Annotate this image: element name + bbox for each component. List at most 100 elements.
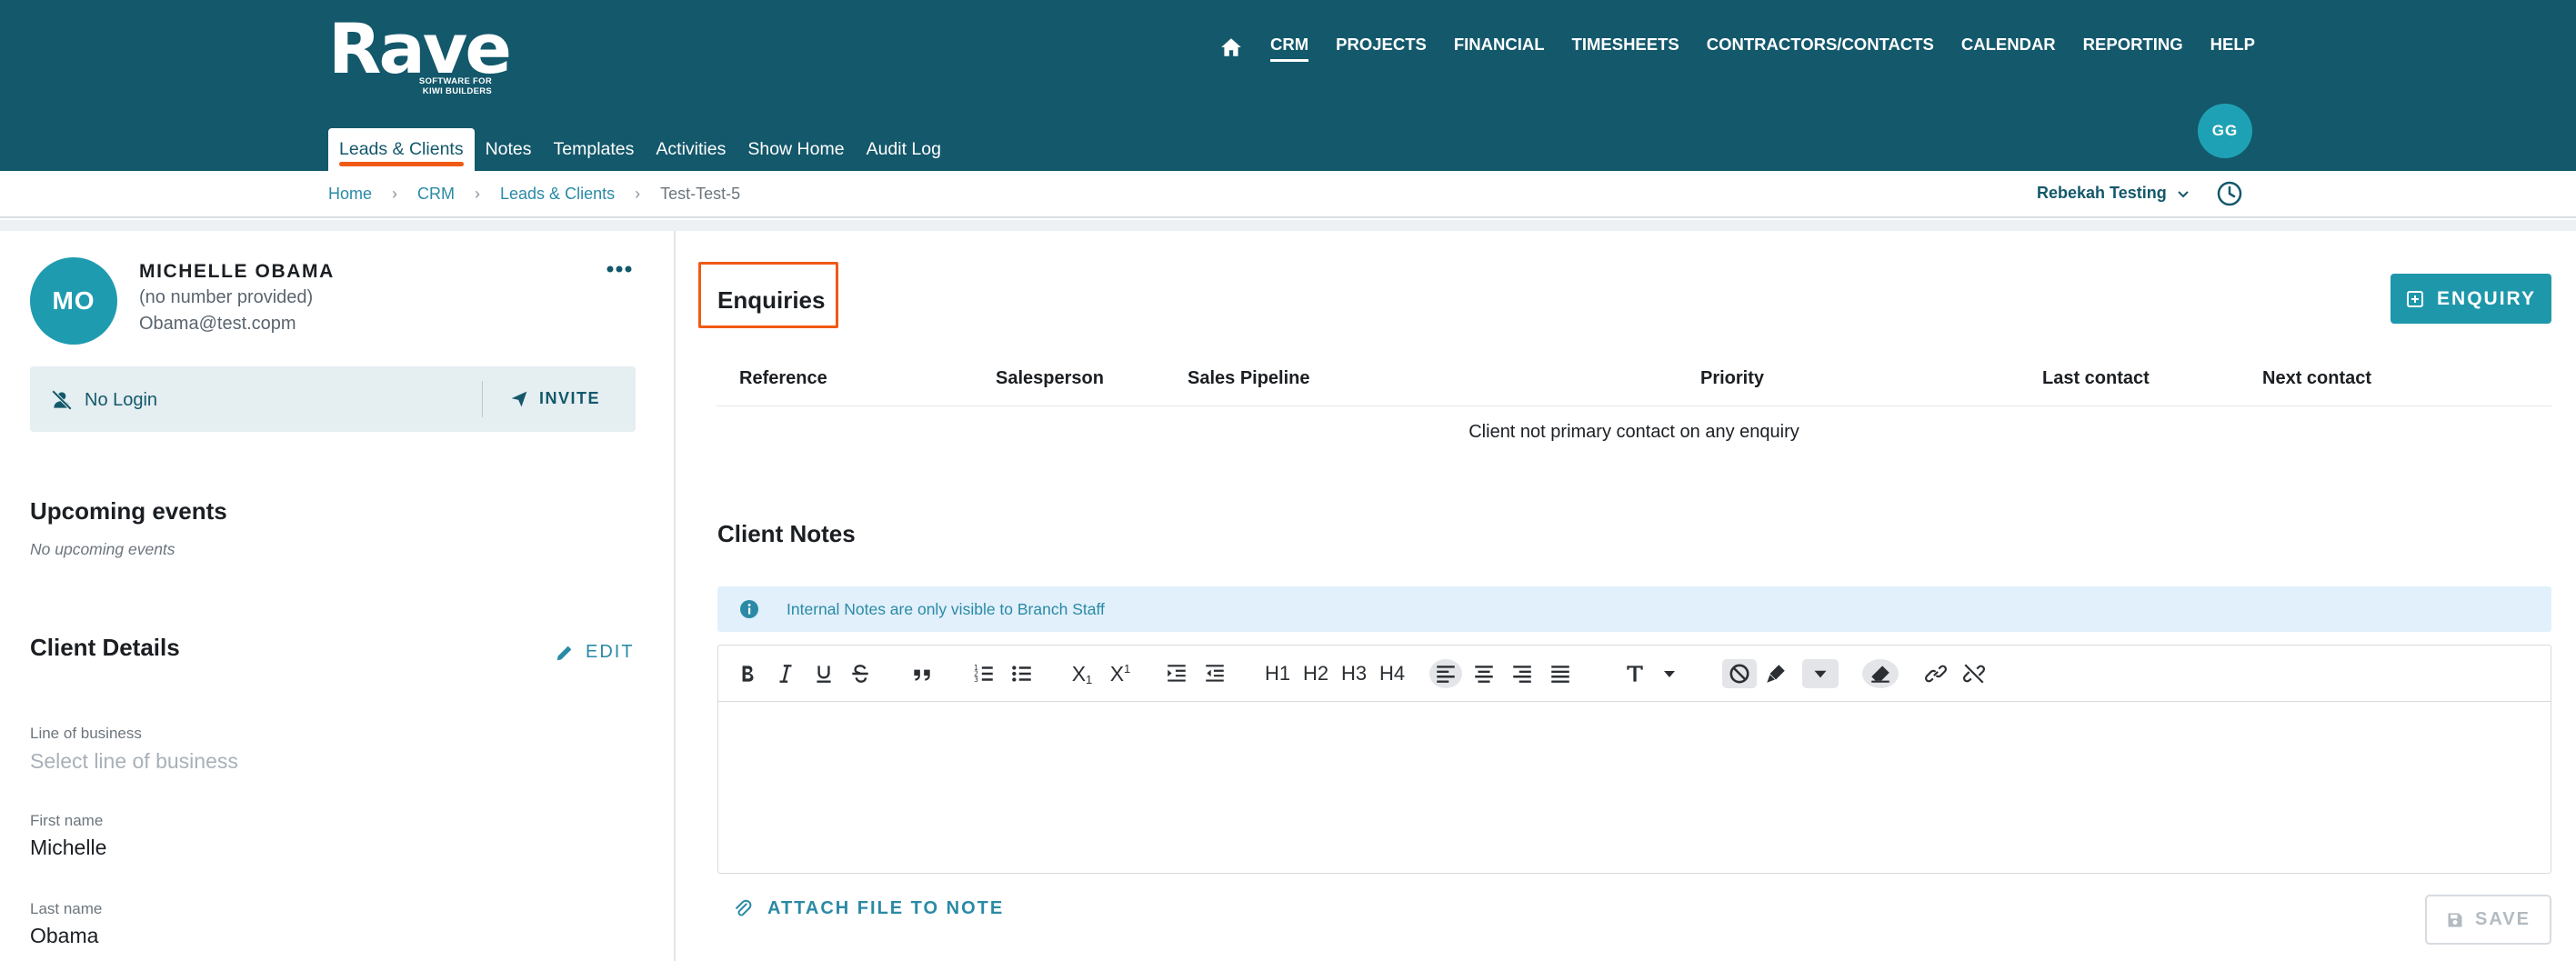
- italic-icon: [779, 665, 792, 683]
- svg-text:3: 3: [974, 676, 978, 684]
- col-salesperson[interactable]: Salesperson: [996, 368, 1104, 389]
- note-text-area[interactable]: [718, 702, 2551, 873]
- save-note-label: SAVE: [2475, 909, 2531, 929]
- nav-reporting[interactable]: REPORTING: [2083, 35, 2183, 60]
- bullet-list-icon: [1012, 666, 1031, 682]
- invite-button[interactable]: INVITE: [510, 389, 600, 408]
- outdent-icon: [1206, 665, 1224, 682]
- attach-file-button[interactable]: ATTACH FILE TO NOTE: [733, 898, 1004, 919]
- branch-selector-label: Rebekah Testing: [2037, 184, 2167, 202]
- breadcrumb-home[interactable]: Home: [328, 185, 372, 204]
- remove-link-button[interactable]: [1960, 659, 1988, 688]
- bold-button[interactable]: [735, 659, 760, 688]
- more-options-icon[interactable]: [606, 264, 633, 275]
- insert-link-button[interactable]: [1922, 659, 1950, 688]
- color-dropdown[interactable]: [1802, 659, 1839, 688]
- align-justify-button[interactable]: [1548, 659, 1573, 688]
- save-note-button[interactable]: SAVE: [2425, 895, 2551, 945]
- font-size-button[interactable]: [1620, 659, 1649, 688]
- chevron-right-icon: ›: [635, 185, 641, 203]
- col-sales-pipeline[interactable]: Sales Pipeline: [1188, 368, 1310, 389]
- add-enquiry-button[interactable]: ENQUIRY: [2391, 274, 2551, 324]
- breadcrumb-crm[interactable]: CRM: [417, 185, 455, 204]
- nav-calendar[interactable]: CALENDAR: [1961, 35, 2056, 60]
- enquiries-empty-row: Client not primary contact on any enquir…: [1468, 422, 1799, 442]
- chevron-right-icon: ›: [475, 185, 481, 203]
- text-size-icon: [1627, 666, 1643, 682]
- line-of-business-select[interactable]: Select line of business: [30, 749, 238, 774]
- pencil-icon: [556, 646, 572, 660]
- clear-color-button[interactable]: [1722, 659, 1757, 688]
- logo-tagline: SOFTWARE FOR KIWI BUILDERS: [412, 76, 492, 96]
- clear-format-button[interactable]: [1862, 659, 1899, 688]
- highlight-color-button[interactable]: [1762, 659, 1789, 688]
- chevron-right-icon: ›: [392, 185, 398, 203]
- nav-timesheets[interactable]: TIMESHEETS: [1572, 35, 1679, 60]
- col-next-contact[interactable]: Next contact: [2262, 368, 2371, 389]
- enquiries-table: Reference Salesperson Sales Pipeline Pri…: [717, 359, 2551, 457]
- rave-logo[interactable]: Rave SOFTWARE FOR KIWI BUILDERS: [328, 13, 512, 97]
- superscript-button[interactable]: X1: [1106, 659, 1135, 688]
- align-right-button[interactable]: [1509, 659, 1535, 688]
- bullet-list-button[interactable]: [1009, 659, 1035, 688]
- user-avatar[interactable]: GG: [2198, 104, 2252, 158]
- tab-activities[interactable]: Activities: [645, 128, 737, 171]
- italic-button[interactable]: [773, 659, 798, 688]
- add-enquiry-label: ENQUIRY: [2437, 287, 2536, 309]
- align-left-icon: [1437, 666, 1455, 683]
- nav-help[interactable]: HELP: [2210, 35, 2255, 60]
- heading1-button[interactable]: H1: [1262, 659, 1293, 688]
- info-icon: [740, 600, 758, 618]
- first-name-label: First name: [30, 812, 104, 829]
- nav-contractors-contacts[interactable]: CONTRACTORS/CONTACTS: [1707, 35, 1934, 60]
- col-priority[interactable]: Priority: [1700, 368, 1764, 389]
- tab-leads-clients[interactable]: Leads & Clients: [328, 128, 475, 171]
- font-size-dropdown[interactable]: [1659, 659, 1680, 688]
- upcoming-events-title: Upcoming events: [30, 497, 227, 525]
- heading2-button[interactable]: H2: [1300, 659, 1331, 688]
- heading3-button[interactable]: H3: [1338, 659, 1369, 688]
- nav-crm[interactable]: CRM: [1270, 35, 1309, 62]
- align-right-icon: [1513, 666, 1531, 683]
- nav-financial[interactable]: FINANCIAL: [1454, 35, 1545, 60]
- strikethrough-button[interactable]: [847, 659, 873, 688]
- tab-audit-log[interactable]: Audit Log: [856, 128, 952, 171]
- col-reference[interactable]: Reference: [739, 368, 827, 389]
- outdent-button[interactable]: [1202, 659, 1228, 688]
- indent-button[interactable]: [1164, 659, 1189, 688]
- align-justify-icon: [1551, 666, 1569, 683]
- superscript-icon-digit: 1: [1124, 661, 1131, 676]
- home-icon[interactable]: [1219, 35, 1243, 59]
- client-details-title: Client Details: [30, 634, 180, 661]
- logo-tagline-line1: SOFTWARE FOR: [418, 76, 492, 86]
- heading4-button[interactable]: H4: [1377, 659, 1408, 688]
- underline-button[interactable]: [811, 659, 837, 688]
- history-clock-icon[interactable]: [2215, 179, 2244, 208]
- breadcrumb-current: Test-Test-5: [660, 185, 741, 203]
- line-of-business-label: Line of business: [30, 725, 142, 742]
- client-phone: (no number provided): [139, 287, 314, 307]
- subscript-button[interactable]: X1: [1067, 659, 1097, 688]
- main-nav: CRM PROJECTS FINANCIAL TIMESHEETS CONTRA…: [1219, 35, 2255, 62]
- client-avatar: MO: [30, 257, 117, 345]
- send-icon: [511, 391, 527, 406]
- login-status: No Login: [50, 388, 157, 412]
- invite-button-label: INVITE: [539, 389, 601, 407]
- tab-templates[interactable]: Templates: [543, 128, 646, 171]
- branch-selector[interactable]: Rebekah Testing: [2037, 184, 2190, 203]
- ordered-list-button[interactable]: 123: [971, 659, 997, 688]
- caret-down-icon: [1664, 671, 1675, 677]
- align-left-button[interactable]: [1429, 659, 1462, 688]
- underline-icon: [817, 666, 831, 683]
- divider: [482, 381, 483, 417]
- logo-tagline-line2: KIWI BUILDERS: [422, 86, 492, 96]
- tab-notes[interactable]: Notes: [475, 128, 543, 171]
- col-last-contact[interactable]: Last contact: [2042, 368, 2150, 389]
- tab-show-home[interactable]: Show Home: [737, 128, 855, 171]
- align-center-button[interactable]: [1471, 659, 1497, 688]
- breadcrumb-leads-clients[interactable]: Leads & Clients: [500, 185, 615, 204]
- edit-details-button[interactable]: EDIT: [555, 642, 635, 663]
- blockquote-button[interactable]: [909, 659, 935, 688]
- nav-projects[interactable]: PROJECTS: [1336, 35, 1427, 60]
- unlink-icon: [1963, 664, 1985, 684]
